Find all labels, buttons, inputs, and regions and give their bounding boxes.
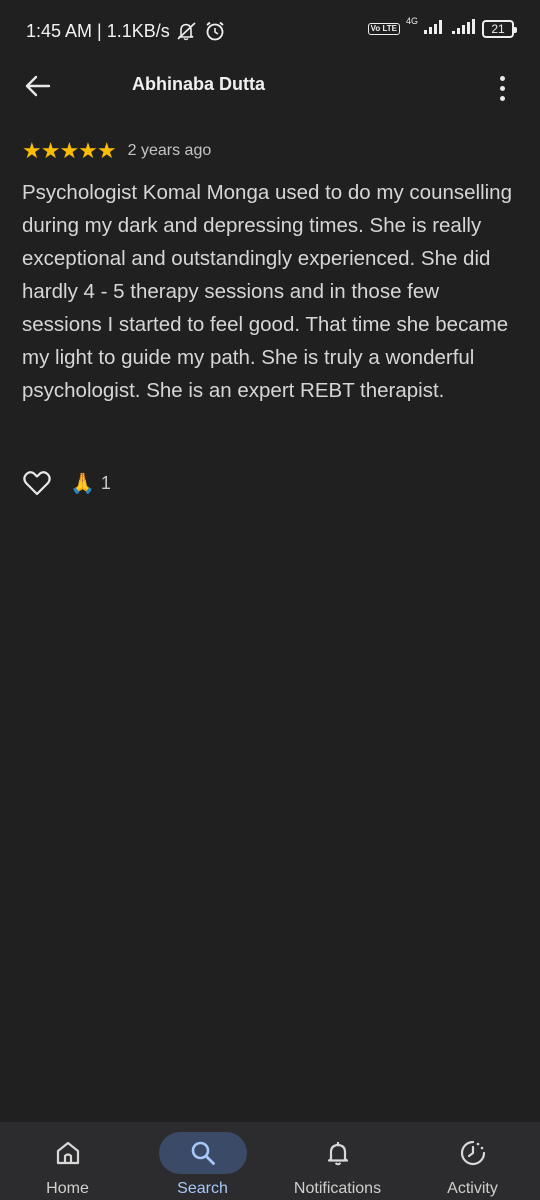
nav-notifications-icon-wrap bbox=[294, 1132, 382, 1174]
nav-search-label: Search bbox=[177, 1180, 228, 1197]
reactions-row: 🙏 1 bbox=[22, 468, 111, 498]
nav-search[interactable]: Search bbox=[135, 1122, 270, 1200]
review-age: 2 years ago bbox=[127, 142, 212, 159]
arrow-left-icon bbox=[25, 75, 51, 97]
alarm-icon bbox=[204, 20, 226, 42]
nav-notifications[interactable]: Notifications bbox=[270, 1122, 405, 1200]
star-rating: ★★★★★ bbox=[22, 138, 117, 163]
more-dot bbox=[499, 95, 505, 101]
pray-reaction-emoji[interactable]: 🙏 bbox=[70, 471, 95, 496]
more-vert-icon bbox=[499, 75, 505, 81]
search-icon bbox=[191, 1141, 215, 1165]
nav-home[interactable]: Home bbox=[0, 1122, 135, 1200]
activity-icon bbox=[460, 1140, 485, 1166]
nav-home-icon-wrap bbox=[24, 1132, 112, 1174]
heart-icon bbox=[23, 471, 51, 496]
status-time-speed: 1:45 AM | 1.1KB/s bbox=[26, 20, 170, 41]
page-title: Abhinaba Dutta bbox=[132, 74, 265, 94]
nav-activity-label: Activity bbox=[447, 1180, 498, 1197]
battery-level: 21 bbox=[491, 21, 505, 36]
like-button[interactable] bbox=[22, 468, 52, 498]
nav-notifications-label: Notifications bbox=[293, 1180, 382, 1197]
mute-notifications-icon bbox=[176, 21, 198, 41]
home-icon bbox=[56, 1141, 79, 1165]
bell-icon bbox=[327, 1142, 348, 1166]
bottom-navigation: Home Search Notifications Activity bbox=[0, 1122, 540, 1200]
more-options-button[interactable] bbox=[488, 70, 516, 106]
nav-home-label: Home bbox=[46, 1180, 89, 1197]
signal-icon bbox=[424, 18, 446, 39]
signal-icon-2 bbox=[452, 18, 476, 39]
network-type: 4G bbox=[405, 15, 418, 26]
nav-search-icon-wrap bbox=[158, 1132, 247, 1174]
app-bar: Abhinaba Dutta bbox=[0, 60, 540, 110]
review-text: Psychologist Komal Monga used to do my c… bbox=[22, 181, 512, 402]
status-right: Vo LTE 4G 21 bbox=[367, 15, 517, 39]
nav-activity[interactable]: Activity bbox=[405, 1122, 540, 1200]
more-dot bbox=[499, 85, 505, 91]
reaction-count: 1 bbox=[100, 472, 111, 493]
status-left: 1:45 AM | 1.1KB/s bbox=[26, 20, 226, 42]
volte-badge: Vo LTE bbox=[367, 22, 400, 35]
back-button[interactable] bbox=[20, 68, 56, 104]
status-bar: 1:45 AM | 1.1KB/s Vo LTE 4G 21 bbox=[0, 0, 540, 60]
rating-row: ★★★★★ 2 years ago bbox=[22, 138, 211, 164]
nav-activity-icon-wrap bbox=[429, 1132, 517, 1174]
battery-indicator: 21 bbox=[482, 19, 517, 38]
